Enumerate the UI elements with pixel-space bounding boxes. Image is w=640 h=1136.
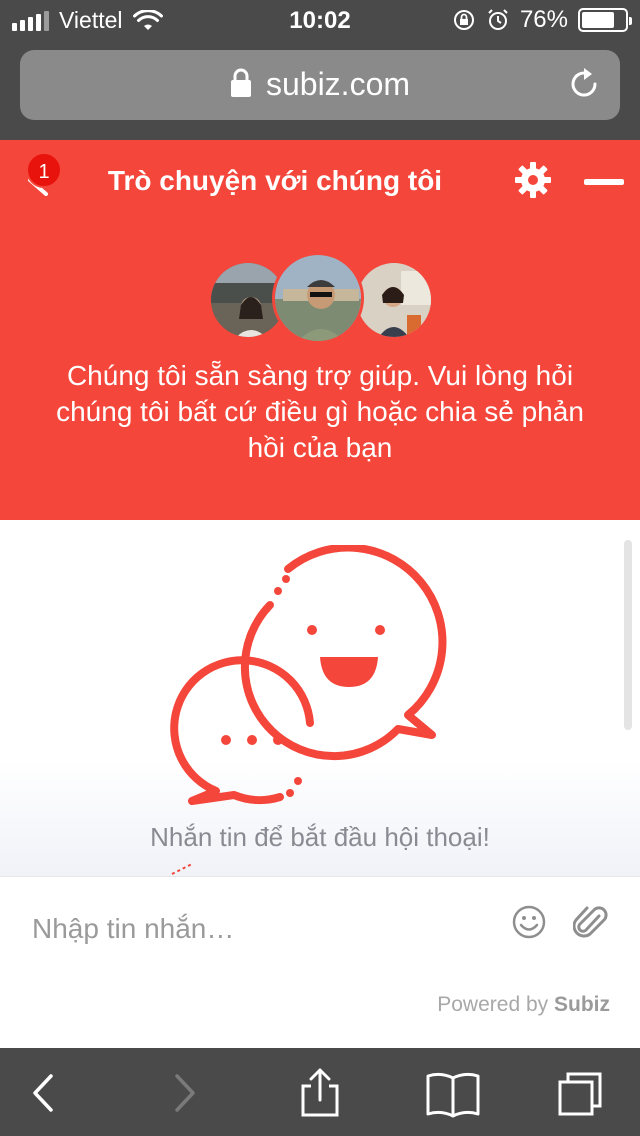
powered-by-brand: Subiz	[554, 993, 610, 1016]
decorative-dash	[171, 863, 193, 875]
lock-icon	[230, 68, 251, 97]
chat-bubbles-illustration	[170, 545, 447, 805]
rotation-lock-icon	[453, 10, 474, 30]
header-wave	[0, 470, 640, 520]
forward-icon[interactable]	[158, 1068, 208, 1118]
start-conversation-text: Nhắn tin để bắt đầu hội thoại!	[150, 822, 490, 852]
agent-avatars	[208, 252, 434, 344]
powered-by[interactable]: Powered by Subiz	[437, 993, 610, 1017]
browser-chrome: Viettel 10:02 76% subiz.com	[0, 0, 640, 140]
message-input[interactable]	[32, 909, 472, 949]
alarm-icon	[488, 9, 508, 30]
reload-icon[interactable]	[566, 66, 602, 102]
tabs-icon[interactable]	[556, 1068, 606, 1118]
address-bar[interactable]: subiz.com	[20, 50, 620, 120]
unread-badge: 1	[26, 152, 62, 188]
status-bar: Viettel 10:02 76%	[0, 0, 640, 40]
minimize-button[interactable]	[584, 179, 624, 185]
avatar	[272, 252, 364, 344]
attachment-icon[interactable]	[573, 902, 609, 942]
battery-icon	[578, 8, 632, 32]
bookmarks-icon[interactable]	[425, 1068, 481, 1118]
chat-title: Trò chuyện với chúng tôi	[107, 165, 443, 196]
message-composer: Powered by Subiz	[0, 876, 640, 1048]
emoji-icon[interactable]	[511, 904, 547, 940]
scrollbar[interactable]	[624, 540, 632, 730]
powered-by-label: Powered by	[437, 993, 549, 1016]
back-icon[interactable]	[20, 1068, 70, 1118]
battery-percent: 76%	[519, 6, 568, 33]
browser-toolbar	[0, 1048, 640, 1136]
gear-icon[interactable]	[513, 160, 553, 200]
avatar	[354, 260, 434, 340]
url-text: subiz.com	[265, 66, 411, 102]
share-icon[interactable]	[295, 1068, 345, 1118]
intro-text: Chúng tôi sẵn sàng trợ giúp. Vui lòng hỏ…	[56, 360, 584, 463]
